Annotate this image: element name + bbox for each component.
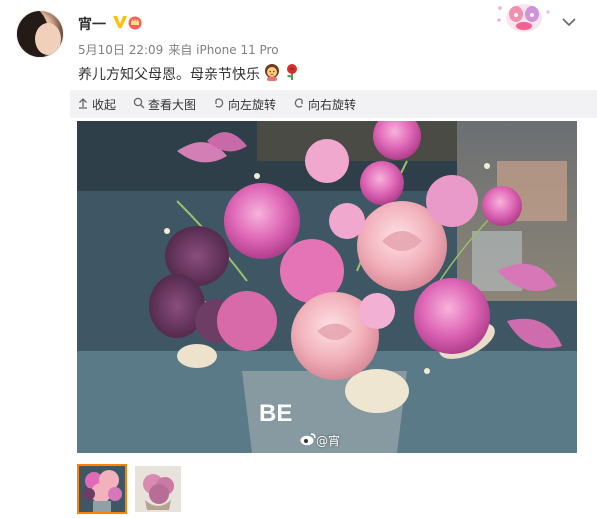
- rotate-left-icon: [213, 97, 228, 112]
- rotate-left-label: 向左旋转: [228, 97, 277, 112]
- rotate-left-button[interactable]: 向左旋转: [206, 90, 276, 118]
- view-large-label: 查看大图: [148, 97, 197, 112]
- weibo-logo-icon: [300, 432, 316, 449]
- avatar[interactable]: [16, 10, 64, 58]
- weibo-post-card: 宵一 5月10日 22:09 来自 iPhone 11 Pro 养儿方知父母恩。母…: [0, 0, 597, 518]
- rotate-right-label: 向右旋转: [308, 97, 357, 112]
- post-source: 来自 iPhone 11 Pro: [168, 43, 279, 57]
- rotate-right-icon: [293, 97, 308, 112]
- post-time[interactable]: 5月10日 22:09: [78, 43, 163, 57]
- thumbnail-strip: [77, 464, 189, 514]
- collapse-button[interactable]: 收起: [70, 90, 116, 118]
- thumbnail-2[interactable]: [133, 464, 183, 514]
- rotate-right-button[interactable]: 向右旋转: [286, 90, 356, 118]
- vase-lettering: BE: [259, 400, 292, 427]
- image-toolbar: 收起 查看大图 向左旋转 向右旋转: [70, 90, 597, 118]
- name-row: 宵一: [78, 14, 142, 34]
- woman-emoji-icon: [263, 63, 281, 85]
- vip-badge-icon[interactable]: [112, 14, 142, 34]
- collapse-icon: [77, 97, 92, 112]
- post-text: 养儿方知父母恩。母亲节快乐: [78, 63, 300, 85]
- view-large-button[interactable]: 查看大图: [126, 90, 196, 118]
- card-sticker-decoration: [492, 0, 554, 36]
- magnifier-icon: [133, 97, 148, 112]
- username[interactable]: 宵一: [78, 14, 106, 34]
- post-text-content: 养儿方知父母恩。母亲节快乐: [78, 67, 260, 83]
- thumbnail-1[interactable]: [77, 464, 127, 514]
- watermark-text: @宵: [316, 434, 341, 448]
- chevron-down-icon[interactable]: [562, 12, 576, 27]
- rose-emoji-icon: [284, 63, 300, 85]
- main-photo-flower-bouquet[interactable]: BE: [77, 121, 577, 453]
- image-watermark: @宵: [300, 432, 340, 449]
- collapse-label: 收起: [92, 97, 117, 112]
- post-meta: 5月10日 22:09 来自 iPhone 11 Pro: [78, 41, 279, 58]
